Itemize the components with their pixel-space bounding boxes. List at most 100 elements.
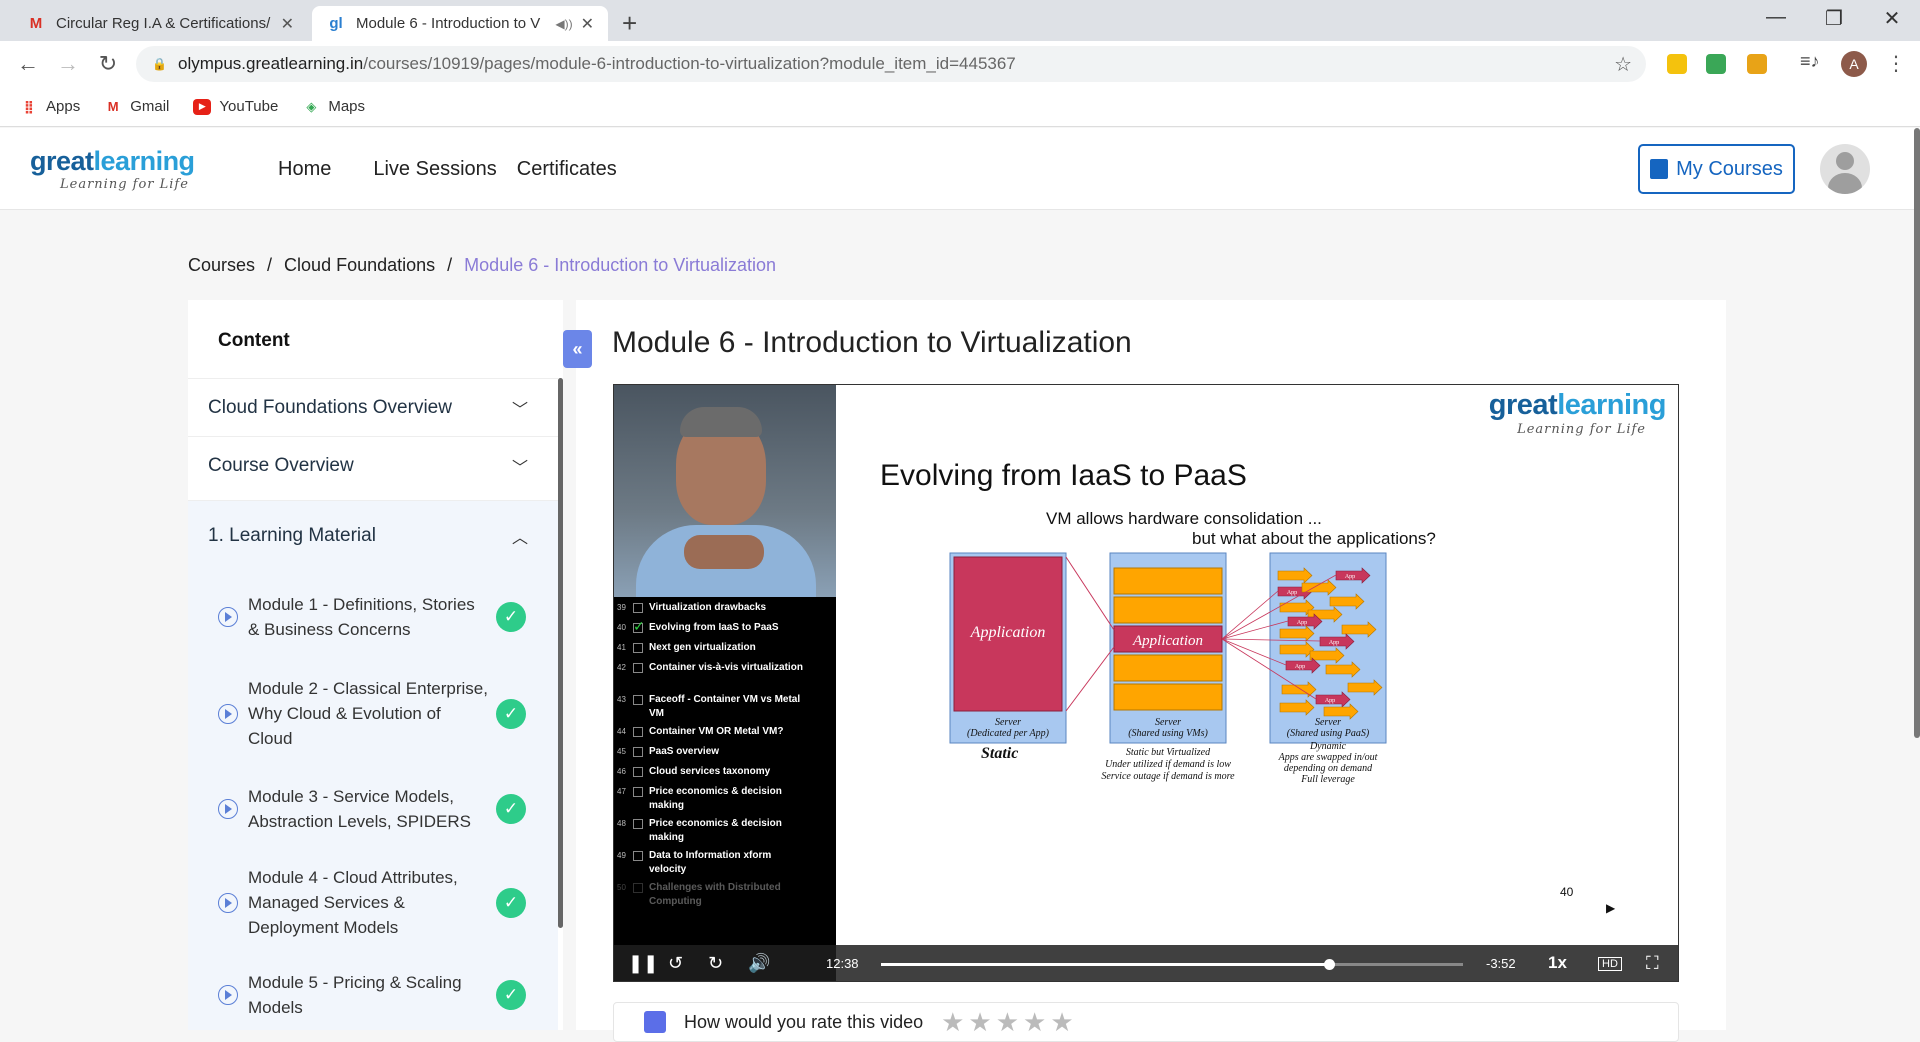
topic-number: 47 [617, 787, 626, 796]
video-topic-item[interactable]: 40 Evolving from IaaS to PaaS [617, 618, 809, 635]
page-scrollbar[interactable] [1914, 128, 1920, 738]
checkbox-icon [633, 603, 643, 613]
module-item-2[interactable]: Module 2 - Classical Enterprise, Why Clo… [188, 676, 558, 751]
progress-knob[interactable] [1324, 959, 1336, 970]
bookmark-maps[interactable]: ◈ Maps [302, 98, 365, 115]
topic-label: Cloud services taxonomy [649, 766, 771, 777]
app-arrow-label: App [1325, 698, 1335, 704]
hd-quality-icon[interactable]: HD [1598, 957, 1622, 971]
slide-play-icon: ▶ [1606, 901, 1616, 915]
restore-window-button[interactable]: ❐ [1814, 6, 1854, 31]
module-item-label: Module 4 - Cloud Attributes, Managed Ser… [248, 868, 458, 937]
bookmark-label: YouTube [219, 98, 279, 115]
section-course-overview[interactable]: Course Overview ﹀ [188, 436, 558, 494]
video-topic-item[interactable]: 50 Challenges with Distributed Computing [617, 881, 809, 909]
video-player[interactable]: 39 Virtualization drawbacks 40 Evolving fro… [613, 384, 1679, 982]
completed-check-icon: ✓ [496, 602, 526, 632]
checkbox-icon [633, 727, 643, 737]
greatlearning-logo[interactable]: greatlearning Learning for Life [30, 146, 195, 192]
volume-icon[interactable]: 🔊 [748, 953, 770, 974]
extension-sheets-icon[interactable] [1706, 54, 1726, 74]
media-control-icon[interactable]: ≡♪ [1800, 51, 1820, 71]
app-arrow-label: App [1297, 620, 1307, 626]
topic-label: Evolving from IaaS to PaaS [649, 622, 779, 633]
progress-bar[interactable] [881, 959, 1463, 970]
video-slide: greatlearning Learning for Life Evolving… [836, 385, 1678, 945]
address-bar[interactable]: 🔒 olympus.greatlearning.in/courses/10919… [136, 46, 1646, 82]
server-desc-line: Service outage if demand is more [1101, 771, 1235, 782]
nav-home[interactable]: Home [278, 158, 331, 181]
checkbox-icon [633, 819, 643, 829]
video-topic-item[interactable]: 44 Container VM OR Metal VM? [617, 725, 809, 739]
breadcrumb-courses[interactable]: Courses [188, 255, 255, 275]
video-topic-item[interactable]: 42 Container vis-à-vis virtualization [617, 661, 809, 675]
elapsed-time: 12:38 [826, 956, 859, 971]
section-cloud-foundations-overview[interactable]: Cloud Foundations Overview ﹀ [188, 378, 558, 436]
bookmark-youtube[interactable]: ▶ YouTube [193, 98, 278, 115]
logo-text-a: great [30, 146, 94, 176]
app-arrow-label: App [1329, 640, 1339, 646]
video-topic-item[interactable]: 39 Virtualization drawbacks [617, 601, 809, 615]
close-tab-icon[interactable]: ✕ [581, 14, 594, 34]
module-item-1[interactable]: Module 1 - Definitions, Stories & Busine… [188, 592, 558, 642]
video-topic-item[interactable]: 41 Next gen virtualization [617, 641, 809, 655]
completed-check-icon: ✓ [496, 698, 526, 729]
browser-profile-avatar[interactable]: A [1841, 51, 1867, 77]
pause-icon[interactable]: ❚❚ [628, 953, 658, 974]
close-tab-icon[interactable]: ✕ [281, 14, 294, 34]
module-item-3[interactable]: Module 3 - Service Models, Abstraction L… [188, 784, 558, 834]
fullscreen-icon[interactable]: ⛶ [1646, 953, 1659, 974]
chevron-down-icon: ﹀ [511, 459, 528, 477]
rating-stars[interactable]: ★★★★★ [941, 1007, 1078, 1038]
bookmark-apps[interactable]: ⣿ Apps [20, 98, 80, 115]
video-topic-item[interactable]: 43 Faceoff - Container VM vs Metal VM [617, 693, 809, 721]
video-topic-item[interactable]: 49 Data to Information xform velocity [617, 849, 809, 877]
video-topic-item[interactable]: 46 Cloud services taxonomy [617, 765, 809, 779]
video-topic-item[interactable]: 48 Price economics & decision making [617, 817, 809, 845]
server-1-caption: Server (Dedicated per App) [940, 717, 1076, 739]
bookmark-label: Gmail [130, 98, 170, 115]
audio-playing-icon[interactable]: ◀)) [555, 17, 572, 31]
close-window-button[interactable]: ✕ [1872, 6, 1912, 31]
module-item-5[interactable]: Module 5 - Pricing & Scaling Models ✓ [188, 970, 558, 1020]
play-circle-icon [218, 985, 238, 1005]
application-label: Application [970, 624, 1046, 641]
bookmark-star-icon[interactable]: ☆ [1614, 52, 1632, 77]
new-tab-button[interactable]: + [622, 8, 637, 39]
rewind-icon[interactable]: ↺ [668, 953, 683, 974]
url-path: /courses/10919/pages/module-6-introducti… [363, 54, 1016, 73]
breadcrumb-cloud-foundations[interactable]: Cloud Foundations [284, 255, 435, 275]
bookmark-gmail[interactable]: M Gmail [104, 98, 170, 115]
checked-box-icon [633, 618, 645, 635]
video-controls: ❚❚ ↺ ↻ 🔊 12:38 -3:52 1x HD ⛶ [614, 945, 1678, 981]
server-1-label: Static [981, 745, 1019, 762]
section-label: Course Overview [208, 454, 354, 476]
browser-tab-module6[interactable]: gl Module 6 - Introduction to V ◀)) ✕ [312, 6, 608, 41]
back-button[interactable]: ← [14, 51, 42, 77]
chevron-down-icon: ﹀ [511, 401, 528, 419]
extension-wallet-icon[interactable] [1747, 54, 1767, 74]
collapse-sidebar-button[interactable]: « [563, 330, 592, 368]
playback-speed-button[interactable]: 1x [1548, 953, 1567, 973]
server-desc-line: Full leverage [1301, 774, 1355, 785]
topic-label: Container VM OR Metal VM? [649, 726, 784, 737]
forward-icon[interactable]: ↻ [708, 953, 723, 974]
server-2-description: Static but Virtualized Under utilized if… [1080, 747, 1256, 783]
video-topic-item[interactable]: 45 PaaS overview [617, 745, 809, 759]
nav-live-sessions[interactable]: Live Sessions [373, 158, 496, 181]
forward-button[interactable]: → [54, 51, 82, 77]
minimize-window-button[interactable]: — [1756, 6, 1796, 29]
browser-menu-icon[interactable]: ⋮ [1886, 51, 1906, 76]
section-learning-material[interactable]: 1. Learning Material ︿ [188, 500, 558, 570]
module-item-4[interactable]: Module 4 - Cloud Attributes, Managed Ser… [188, 865, 558, 940]
video-topic-item[interactable]: 47 Price economics & decision making [617, 785, 809, 813]
sidebar-scrollbar[interactable] [558, 378, 563, 928]
browser-tab-gmail[interactable]: M Circular Reg I.A & Certifications/ ✕ [12, 6, 308, 41]
user-avatar[interactable] [1820, 144, 1870, 194]
gmail-icon: M [29, 15, 43, 32]
breadcrumb-current: Module 6 - Introduction to Virtualizatio… [464, 255, 777, 275]
extension-notes-icon[interactable] [1667, 54, 1687, 74]
nav-certificates[interactable]: Certificates [517, 158, 617, 181]
my-courses-button[interactable]: My Courses [1638, 144, 1795, 194]
reload-button[interactable]: ↻ [94, 51, 122, 77]
